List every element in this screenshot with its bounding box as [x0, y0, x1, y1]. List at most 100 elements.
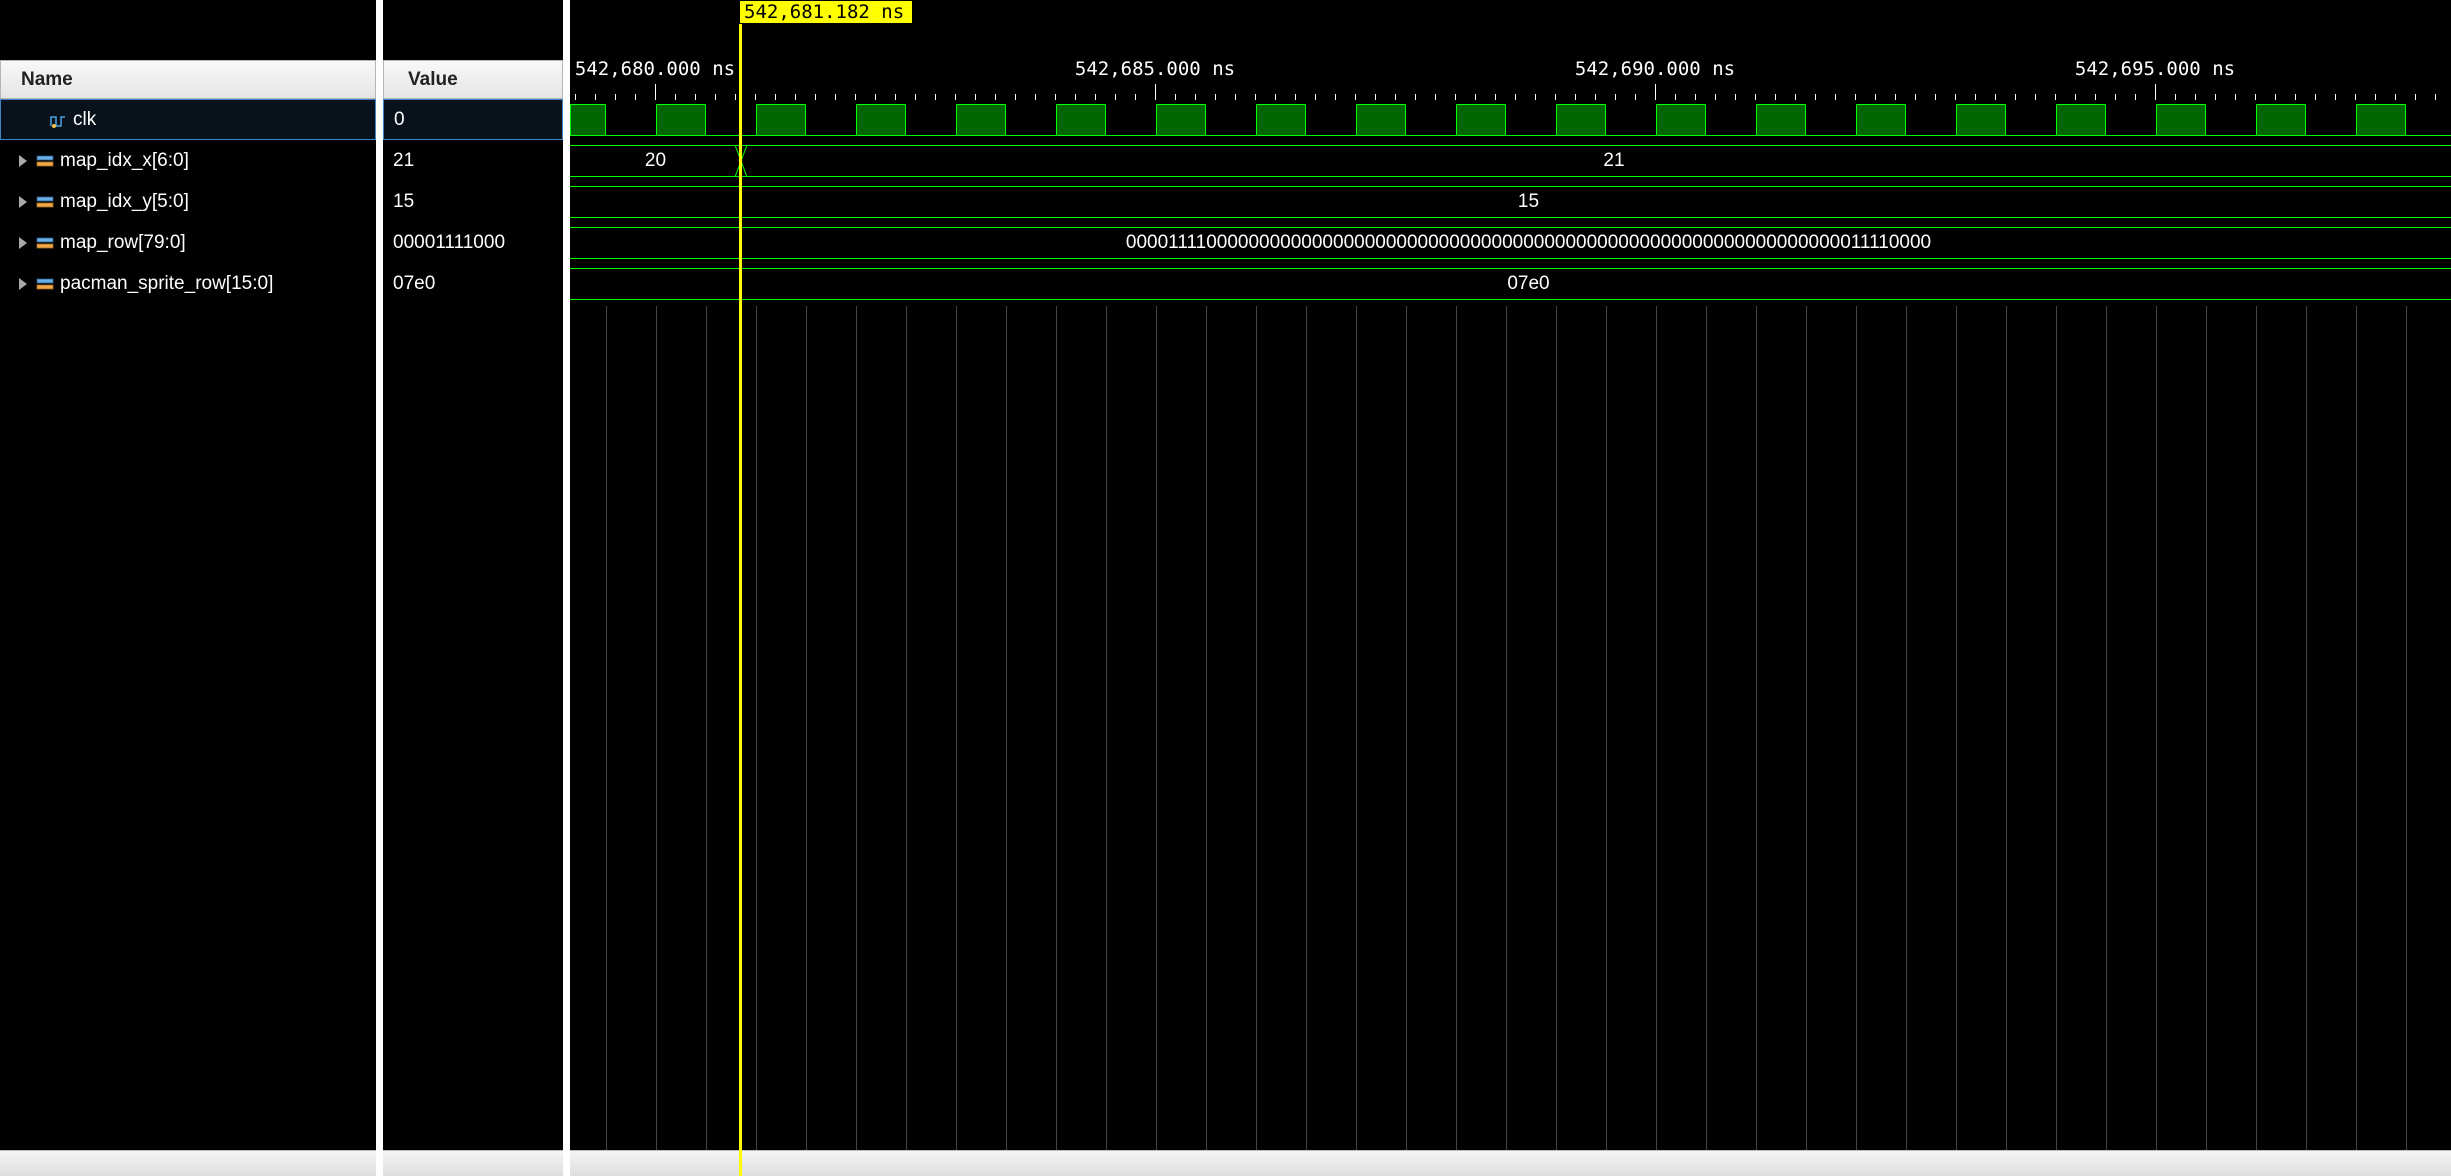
grid-line [906, 306, 907, 1150]
clk-high-segment [756, 104, 806, 136]
value-column-header[interactable]: Value [383, 60, 563, 99]
bus-signal-icon [36, 193, 54, 211]
grid-line [1256, 306, 1257, 1150]
clk-low-segment [706, 104, 756, 136]
name-panel-scrollbar[interactable] [0, 1150, 376, 1176]
clk-high-segment [1456, 104, 1506, 136]
ruler-time-label: 542,680.000 ns [575, 58, 735, 80]
signal-label: map_idx_x[6:0] [60, 150, 189, 172]
clk-high-segment [2356, 104, 2406, 136]
expand-arrow-icon[interactable] [16, 195, 30, 209]
grid-line [1556, 306, 1557, 1150]
grid-line [2406, 306, 2407, 1150]
clk-low-segment [1706, 104, 1756, 136]
clk-high-segment [2056, 104, 2106, 136]
waveform-row-clk[interactable] [570, 100, 2451, 141]
grid-line [656, 306, 657, 1150]
clk-low-segment [1306, 104, 1356, 136]
clk-high-segment [2156, 104, 2206, 136]
bus-signal-icon [36, 234, 54, 252]
ruler-time-label: 542,685.000 ns [1075, 58, 1235, 80]
clk-high-segment [1956, 104, 2006, 136]
grid-line [1806, 306, 1807, 1150]
grid-line [1306, 306, 1307, 1150]
grid-line [2306, 306, 2307, 1150]
grid-line [2106, 306, 2107, 1150]
clk-high-segment [1056, 104, 1106, 136]
grid-line [1956, 306, 1957, 1150]
grid-line [1756, 306, 1757, 1150]
signal-name-mapidxy50[interactable]: map_idx_y[5:0] [0, 181, 376, 222]
grid-line [806, 306, 807, 1150]
grid-line [1056, 306, 1057, 1150]
signal-label: map_idx_y[5:0] [60, 191, 189, 213]
signal-name-clk[interactable]: clk [0, 99, 376, 140]
signal-name-pacmanspriterow150[interactable]: pacman_sprite_row[15:0] [0, 263, 376, 304]
clk-low-segment [1506, 104, 1556, 136]
bus-segment: 21 [741, 145, 2451, 177]
bus-segment: 15 [570, 186, 2451, 218]
grid-line [1506, 306, 1507, 1150]
waveform-row-mapidxy[interactable]: 15 [570, 182, 2451, 223]
grid-line [1906, 306, 1907, 1150]
signal-name-maprow790[interactable]: map_row[79:0] [0, 222, 376, 263]
name-panel: Name clk map_idx_x[6:0] map_idx_y[5:0] map_… [0, 0, 383, 1176]
clk-high-segment [2256, 104, 2306, 136]
signal-value-clk[interactable]: 0 [383, 99, 563, 140]
grid-line [1156, 306, 1157, 1150]
clk-high-segment [1256, 104, 1306, 136]
grid-line [1606, 306, 1607, 1150]
cursor-time-label[interactable]: 542,681.182 ns [739, 0, 913, 24]
waveform-row-pacman[interactable]: 07e0 [570, 264, 2451, 305]
time-ruler[interactable]: 542,680.000 ns 542,685.000 ns 542,690.000 … [570, 58, 2451, 100]
clk-high-segment [1556, 104, 1606, 136]
grid-line [1406, 306, 1407, 1150]
clk-high-segment [1356, 104, 1406, 136]
signal-value-pacmanspriterow150[interactable]: 07e0 [383, 263, 563, 304]
signal-value-mapidxx60[interactable]: 21 [383, 140, 563, 181]
clk-high-segment [1156, 104, 1206, 136]
grid-line [2056, 306, 2057, 1150]
value-panel-scrollbar[interactable] [383, 1150, 563, 1176]
clk-high-segment [856, 104, 906, 136]
clk-low-segment [2006, 104, 2056, 136]
clk-high-segment [1656, 104, 1706, 136]
waveform-panel[interactable]: 542,681.182 ns 542,680.000 ns 542,685.000… [570, 0, 2451, 1176]
clk-low-segment [2306, 104, 2356, 136]
clk-low-segment [1006, 104, 1056, 136]
clk-low-segment [2206, 104, 2256, 136]
grid-line [1106, 306, 1107, 1150]
signal-name-mapidxx60[interactable]: map_idx_x[6:0] [0, 140, 376, 181]
grid-line [606, 306, 607, 1150]
clk-low-segment [1206, 104, 1256, 136]
cursor-line[interactable] [739, 0, 742, 1176]
grid-line [1856, 306, 1857, 1150]
waveform-scrollbar[interactable] [570, 1150, 2451, 1176]
grid-line [2356, 306, 2357, 1150]
clk-high-segment [570, 104, 606, 136]
waveform-row-mapidxx[interactable]: 2021 [570, 141, 2451, 182]
clk-low-segment [806, 104, 856, 136]
expand-arrow-icon[interactable] [16, 277, 30, 291]
grid-line [756, 306, 757, 1150]
bus-signal-icon [36, 152, 54, 170]
clk-low-segment [906, 104, 956, 136]
clk-high-segment [1756, 104, 1806, 136]
waveform-row-maprow[interactable]: 0000111100000000000000000000000000000000… [570, 223, 2451, 264]
grid-line [1656, 306, 1657, 1150]
expand-arrow-icon[interactable] [16, 236, 30, 250]
ruler-time-label: 542,690.000 ns [1575, 58, 1735, 80]
signal-value-maprow790[interactable]: 00001111000 [383, 222, 563, 263]
clk-low-segment [606, 104, 656, 136]
expand-arrow-icon[interactable] [16, 154, 30, 168]
grid-line [2206, 306, 2207, 1150]
grid-line [706, 306, 707, 1150]
clk-low-segment [1906, 104, 1956, 136]
bus-segment: 20 [570, 145, 741, 177]
clk-low-segment [1106, 104, 1156, 136]
signal-value-mapidxy50[interactable]: 15 [383, 181, 563, 222]
clk-low-segment [1606, 104, 1656, 136]
grid-line [1206, 306, 1207, 1150]
name-column-header[interactable]: Name [0, 60, 376, 99]
clk-high-segment [1856, 104, 1906, 136]
